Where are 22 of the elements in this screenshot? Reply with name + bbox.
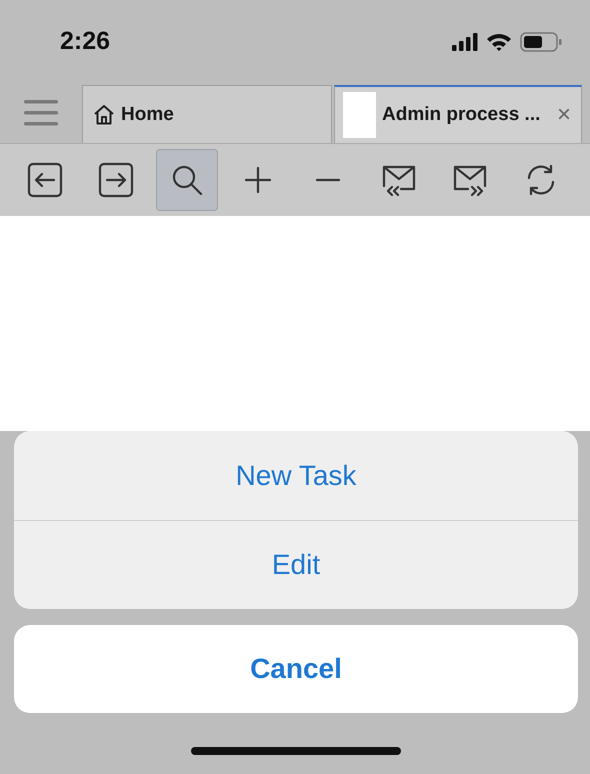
mail-incoming-icon	[383, 166, 416, 196]
battery-icon	[520, 32, 562, 52]
minus-icon	[316, 178, 340, 182]
plus-icon	[244, 166, 271, 194]
tab-label: Home	[121, 104, 174, 126]
search-button[interactable]	[156, 149, 218, 211]
menu-icon	[24, 99, 58, 127]
search-icon	[172, 166, 202, 196]
page-icon	[343, 92, 376, 138]
tab-label: Admin process ...	[382, 104, 540, 126]
cancel-button[interactable]: Cancel	[14, 625, 578, 713]
browser-tab[interactable]: Admin process ... ×	[334, 85, 582, 143]
signal-icon	[452, 32, 478, 50]
mail-outgoing-icon	[454, 166, 486, 196]
browser-tab[interactable]: Home	[82, 85, 332, 143]
close-button[interactable]: ×	[556, 101, 571, 129]
refresh-icon	[528, 164, 554, 196]
action-item[interactable]: New Task	[14, 431, 578, 520]
home-icon	[93, 104, 115, 125]
wifi-icon	[486, 32, 512, 51]
status-time: 2:26	[60, 27, 110, 56]
action-item[interactable]: Edit	[14, 520, 578, 609]
